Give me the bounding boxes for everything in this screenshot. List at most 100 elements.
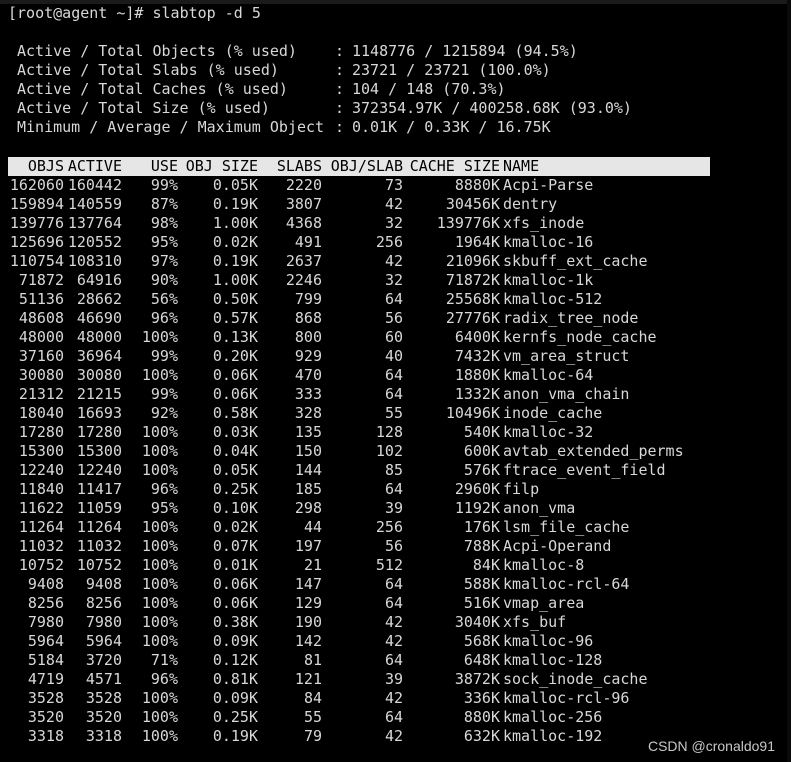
cell-name: kmalloc-8: [503, 556, 585, 574]
cell-slabs: 4368: [285, 214, 322, 232]
cell-obj-slab: 64: [384, 651, 403, 669]
cell-use: 98%: [150, 214, 178, 232]
cell-obj-slab: 42: [384, 195, 403, 213]
cell-active: 28662: [76, 290, 122, 308]
table-row: 37160 36964 99% 0.20K 929 40 7432K vm_area_stru…: [8, 347, 710, 366]
cell-active: 5964: [85, 632, 122, 650]
cell-active: 16693: [76, 404, 122, 422]
cell-obj-size: 0.03K: [212, 423, 258, 441]
cell-obj-size: 0.81K: [212, 670, 258, 688]
cell-slabs: 55: [303, 708, 322, 726]
cell-obj-size: 0.05K: [212, 176, 258, 194]
stat-slabs: Active / Total Slabs (% used):23721 / 23…: [17, 61, 551, 79]
cell-obj-size: 0.19K: [212, 727, 258, 745]
cell-active: 30080: [76, 366, 122, 384]
cell-name: xfs_buf: [503, 613, 567, 631]
cell-active: 15300: [76, 442, 122, 460]
cell-use: 87%: [150, 195, 178, 213]
cell-name: Acpi-Operand: [503, 537, 612, 555]
cell-obj-slab: 42: [384, 689, 403, 707]
table-row: 5184 3720 71% 0.12K 81 64 648K kmalloc-128: [8, 651, 710, 670]
cell-use: 100%: [141, 366, 178, 384]
table-row: 12240 12240 100% 0.05K 144 85 576K ftrace_event…: [8, 461, 710, 480]
cell-obj-size: 0.02K: [212, 518, 258, 536]
stat-value: 0.01K / 0.33K / 16.75K: [352, 118, 551, 136]
cell-use: 100%: [141, 689, 178, 707]
cell-name: anon_vma: [503, 499, 576, 517]
cell-obj-size: 0.19K: [212, 252, 258, 270]
cell-name: kmalloc-rcl-64: [503, 575, 630, 593]
table-row: 162060 160442 99% 0.05K 2220 73 8880K Acpi-Pars…: [8, 176, 710, 195]
stat-value: 104 / 148 (70.3%): [352, 80, 506, 98]
cell-obj-slab: 64: [384, 708, 403, 726]
scrollbar[interactable]: [787, 0, 791, 762]
cell-name: vmap_area: [503, 594, 585, 612]
cell-obj-slab: 55: [384, 404, 403, 422]
cell-cache-size: 25568K: [445, 290, 500, 308]
terminal-window[interactable]: [root@agent ~]# slabtop -d 5 Active / To…: [0, 0, 791, 762]
cell-cache-size: 6400K: [454, 328, 500, 346]
cell-obj-size: 0.20K: [212, 347, 258, 365]
cell-use: 100%: [141, 727, 178, 745]
cell-name: skbuff_ext_cache: [503, 252, 648, 270]
cell-active: 120552: [67, 233, 122, 251]
cell-objs: 11622: [18, 499, 64, 517]
cell-objs: 18040: [18, 404, 64, 422]
cell-slabs: 21: [303, 556, 322, 574]
cell-cache-size: 600K: [463, 442, 500, 460]
cell-use: 100%: [141, 442, 178, 460]
cell-name: kmalloc-96: [503, 632, 594, 650]
cell-obj-size: 0.38K: [212, 613, 258, 631]
cell-obj-size: 0.06K: [212, 385, 258, 403]
cell-use: 96%: [150, 480, 178, 498]
cell-objs: 71872: [18, 271, 64, 289]
cell-objs: 3318: [27, 727, 64, 745]
cell-objs: 17280: [18, 423, 64, 441]
cell-use: 95%: [150, 233, 178, 251]
cell-use: 97%: [150, 252, 178, 270]
table-row: 17280 17280 100% 0.03K 135 128 540K kmalloc-32: [8, 423, 710, 442]
cell-obj-size: 0.25K: [212, 480, 258, 498]
stat-label: Active / Total Caches (% used): [17, 80, 288, 98]
cell-active: 11417: [76, 480, 122, 498]
cell-use: 99%: [150, 347, 178, 365]
cell-use: 100%: [141, 632, 178, 650]
cell-use: 100%: [141, 537, 178, 555]
cell-use: 99%: [150, 385, 178, 403]
cell-active: 64916: [76, 271, 122, 289]
cell-name: filp: [503, 480, 540, 498]
cell-obj-slab: 102: [375, 442, 403, 460]
cell-slabs: 144: [294, 461, 322, 479]
table-row: 21312 21215 99% 0.06K 333 64 1332K anon_vma_cha…: [8, 385, 710, 404]
cell-active: 108310: [67, 252, 122, 270]
cell-objs: 125696: [9, 233, 64, 251]
cell-active: 4571: [85, 670, 122, 688]
cell-slabs: 298: [294, 499, 322, 517]
cell-slabs: 800: [294, 328, 322, 346]
cell-active: 36964: [76, 347, 122, 365]
cell-name: kmalloc-256: [503, 708, 603, 726]
cell-cache-size: 516K: [463, 594, 500, 612]
cell-slabs: 328: [294, 404, 322, 422]
stat-caches: Active / Total Caches (% used):104 / 148…: [17, 80, 506, 98]
cell-active: 9408: [85, 575, 122, 593]
cell-obj-slab: 73: [384, 176, 403, 194]
cell-slabs: 2246: [285, 271, 322, 289]
cell-obj-slab: 64: [384, 594, 403, 612]
table-row: 139776 137764 98% 1.00K 4368 32 139776K xfs_ino…: [8, 214, 710, 233]
cell-obj-slab: 85: [384, 461, 403, 479]
cell-objs: 21312: [18, 385, 64, 403]
cell-obj-size: 0.02K: [212, 233, 258, 251]
cell-active: 11059: [76, 499, 122, 517]
table-row: 3318 3318 100% 0.19K 79 42 632K kmalloc-192: [8, 727, 710, 746]
cell-slabs: 79: [303, 727, 322, 745]
cell-use: 99%: [150, 176, 178, 194]
cell-name: kmalloc-64: [503, 366, 594, 384]
cell-slabs: 2220: [285, 176, 322, 194]
cell-active: 11032: [76, 537, 122, 555]
cell-obj-size: 1.00K: [212, 214, 258, 232]
cell-slabs: 147: [294, 575, 322, 593]
cell-name: sock_inode_cache: [503, 670, 648, 688]
cell-objs: 10752: [18, 556, 64, 574]
cell-objs: 30080: [18, 366, 64, 384]
